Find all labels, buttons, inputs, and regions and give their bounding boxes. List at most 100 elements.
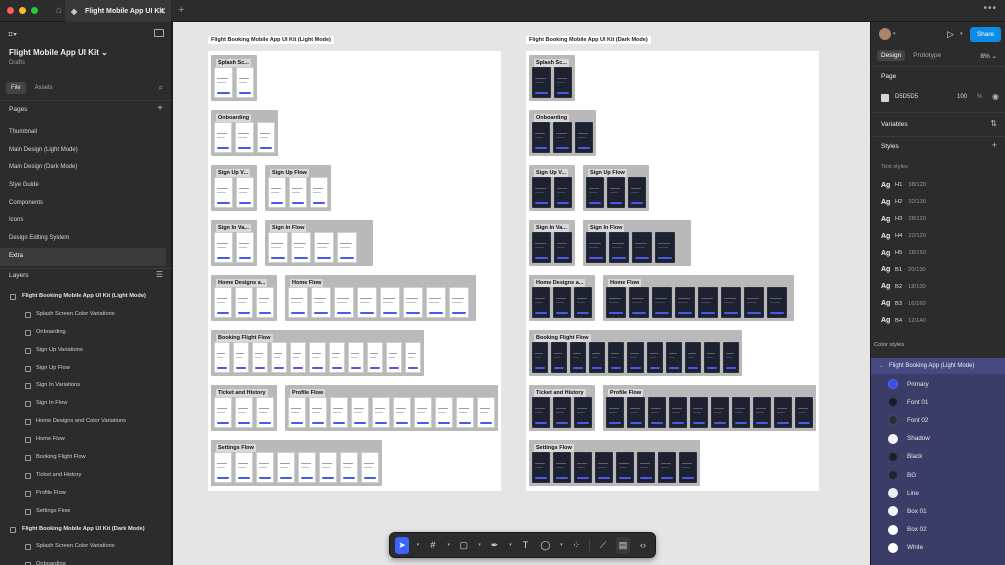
section-title[interactable]: Booking Flight Flow bbox=[216, 334, 273, 342]
screen-thumbnail[interactable] bbox=[675, 287, 695, 318]
screen-thumbnail[interactable] bbox=[256, 287, 274, 318]
color-style-item[interactable]: Line bbox=[871, 484, 1005, 502]
variables-settings-icon[interactable]: ⇅ bbox=[990, 119, 997, 128]
screen-thumbnail[interactable] bbox=[553, 452, 571, 483]
screen-thumbnail[interactable] bbox=[589, 342, 606, 373]
screen-thumbnail[interactable] bbox=[435, 397, 453, 428]
color-style-item[interactable]: Black bbox=[871, 448, 1005, 466]
section-title[interactable]: Home Flow bbox=[290, 279, 324, 287]
section-group[interactable]: Settings Flow bbox=[211, 440, 382, 486]
layer-item[interactable]: Sign Up Flow bbox=[0, 360, 172, 378]
screen-thumbnail[interactable] bbox=[319, 452, 337, 483]
section-title[interactable]: Settings Flow bbox=[534, 444, 574, 452]
screen-thumbnail[interactable] bbox=[214, 397, 232, 428]
layer-item[interactable]: Ticket and History bbox=[0, 467, 172, 485]
section-title[interactable]: Sign In Va... bbox=[534, 224, 569, 232]
section-title[interactable]: Splash Sc... bbox=[534, 59, 569, 67]
tab-prototype[interactable]: Prototype bbox=[909, 50, 945, 61]
section-group[interactable]: Booking Flight Flow bbox=[211, 330, 424, 376]
section-group[interactable]: Onboarding bbox=[529, 110, 596, 156]
screen-thumbnail[interactable] bbox=[609, 232, 629, 263]
page-item[interactable]: Icons bbox=[0, 212, 172, 230]
screen-thumbnail[interactable] bbox=[311, 287, 331, 318]
screen-thumbnail[interactable] bbox=[551, 342, 568, 373]
actions-button[interactable]: ⁘ bbox=[569, 537, 583, 554]
screen-thumbnail[interactable] bbox=[532, 232, 551, 263]
text-style-item[interactable]: Ag H1 · 38/120 bbox=[881, 177, 1001, 194]
layer-item[interactable]: Home Flow bbox=[0, 431, 172, 449]
section-group[interactable]: Sign In Va... bbox=[529, 220, 575, 266]
section-group[interactable]: Home Flow bbox=[285, 275, 476, 321]
section-group[interactable]: Onboarding bbox=[211, 110, 278, 156]
screen-thumbnail[interactable] bbox=[627, 397, 645, 428]
section-group[interactable]: Splash Sc... bbox=[211, 55, 257, 101]
screen-thumbnail[interactable] bbox=[711, 397, 729, 428]
screen-thumbnail[interactable] bbox=[658, 452, 676, 483]
section-group[interactable]: Sign Up V... bbox=[211, 165, 257, 211]
section-group[interactable]: Settings Flow bbox=[529, 440, 700, 486]
screen-thumbnail[interactable] bbox=[532, 67, 551, 98]
color-style-item[interactable]: Box 02 bbox=[871, 521, 1005, 539]
design-mode-button[interactable]: ⟋ bbox=[596, 537, 610, 554]
section-title[interactable]: Booking Flight Flow bbox=[534, 334, 591, 342]
color-group-header[interactable]: ⌄ Flight Booking App (Light Mode) bbox=[871, 358, 1005, 374]
layer-item[interactable]: Profile Flow bbox=[0, 485, 172, 503]
page-item[interactable]: Components bbox=[0, 195, 172, 213]
screen-thumbnail[interactable] bbox=[380, 287, 400, 318]
screen-thumbnail[interactable] bbox=[235, 67, 254, 98]
screen-thumbnail[interactable] bbox=[532, 397, 550, 428]
tab-file[interactable]: File bbox=[6, 82, 26, 94]
layer-item[interactable]: Sign In Variations bbox=[0, 377, 172, 395]
layer-item[interactable]: Splash Screen Color Variations bbox=[0, 538, 172, 556]
screen-thumbnail[interactable] bbox=[632, 232, 652, 263]
screen-thumbnail[interactable] bbox=[214, 177, 233, 208]
screen-thumbnail[interactable] bbox=[608, 342, 625, 373]
section-title[interactable]: Onboarding bbox=[216, 114, 252, 122]
text-style-item[interactable]: Ag B2 · 18/120 bbox=[881, 278, 1001, 295]
screen-thumbnail[interactable] bbox=[574, 122, 593, 153]
screen-thumbnail[interactable] bbox=[314, 232, 334, 263]
screen-thumbnail[interactable] bbox=[665, 342, 682, 373]
minimize-window-button[interactable] bbox=[19, 7, 26, 14]
section-title[interactable]: Home Flow bbox=[608, 279, 642, 287]
screen-thumbnail[interactable] bbox=[214, 67, 233, 98]
file-location[interactable]: Drafts bbox=[9, 60, 25, 66]
frame-label[interactable]: Flight Booking Mobile App UI Kit (Dark M… bbox=[526, 36, 651, 44]
screen-thumbnail[interactable] bbox=[235, 232, 254, 263]
screen-thumbnail[interactable] bbox=[366, 342, 383, 373]
screen-thumbnail[interactable] bbox=[334, 287, 354, 318]
screen-thumbnail[interactable] bbox=[703, 342, 720, 373]
section-title[interactable]: Sign In Flow bbox=[588, 224, 625, 232]
screen-thumbnail[interactable] bbox=[606, 287, 626, 318]
layer-item[interactable]: Onboarding bbox=[0, 556, 172, 565]
more-menu-icon[interactable]: ••• bbox=[983, 3, 997, 14]
screen-thumbnail[interactable] bbox=[235, 397, 253, 428]
screen-thumbnail[interactable] bbox=[652, 287, 672, 318]
screen-thumbnail[interactable] bbox=[290, 342, 307, 373]
screen-thumbnail[interactable] bbox=[646, 342, 663, 373]
new-tab-button[interactable]: + bbox=[178, 4, 184, 16]
screen-thumbnail[interactable] bbox=[385, 342, 402, 373]
screen-thumbnail[interactable] bbox=[403, 287, 423, 318]
screen-thumbnail[interactable] bbox=[574, 287, 592, 318]
color-style-item[interactable]: BG bbox=[871, 466, 1005, 484]
section-group[interactable]: Sign Up V... bbox=[529, 165, 575, 211]
screen-thumbnail[interactable] bbox=[256, 122, 275, 153]
layer-item[interactable]: Flight Booking Mobile App UI Kit (Light … bbox=[0, 288, 172, 306]
screen-thumbnail[interactable] bbox=[553, 287, 571, 318]
section-group[interactable]: Booking Flight Flow bbox=[529, 330, 742, 376]
toggle-sidebar-icon[interactable] bbox=[154, 29, 164, 37]
screen-thumbnail[interactable] bbox=[477, 397, 495, 428]
screen-thumbnail[interactable] bbox=[393, 397, 411, 428]
screen-thumbnail[interactable] bbox=[298, 452, 316, 483]
screen-thumbnail[interactable] bbox=[607, 177, 625, 208]
main-menu-icon[interactable]: ⌗▾ bbox=[8, 29, 17, 40]
pen-tool-button[interactable]: ✒ bbox=[488, 537, 502, 554]
screen-thumbnail[interactable] bbox=[722, 342, 739, 373]
screen-thumbnail[interactable] bbox=[309, 342, 326, 373]
zoom-level[interactable]: 8% ⌄ bbox=[980, 52, 997, 60]
section-title[interactable]: Sign Up Flow bbox=[270, 169, 309, 177]
text-style-item[interactable]: Ag H3 · 28/120 bbox=[881, 211, 1001, 228]
section-title[interactable]: Sign Up V... bbox=[216, 169, 251, 177]
layer-item[interactable]: Splash Screen Color Variations bbox=[0, 306, 172, 324]
